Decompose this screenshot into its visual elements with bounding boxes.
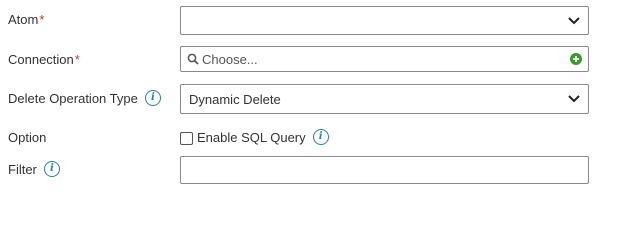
required-marker: * bbox=[74, 52, 80, 67]
filter-label-text: Filter bbox=[8, 161, 37, 177]
delete-operation-type-value: Dynamic Delete bbox=[189, 91, 281, 107]
info-icon[interactable]: i bbox=[144, 90, 161, 106]
delete-operation-type-label-text: Delete Operation Type bbox=[8, 90, 138, 106]
filter-label: Filter i bbox=[8, 161, 60, 177]
delete-operation-type-select[interactable]: Dynamic Delete bbox=[180, 84, 589, 114]
connection-label: Connection * bbox=[8, 52, 80, 67]
required-marker: * bbox=[39, 12, 45, 27]
chevron-down-icon bbox=[568, 95, 580, 103]
info-icon[interactable]: i bbox=[312, 129, 329, 145]
connection-label-text: Connection bbox=[8, 52, 74, 67]
chevron-down-icon bbox=[568, 16, 580, 24]
connection-chooser[interactable]: Choose... bbox=[180, 46, 589, 72]
atom-label: Atom * bbox=[8, 12, 44, 27]
delete-operation-type-label: Delete Operation Type i bbox=[8, 90, 161, 106]
enable-sql-query-label-text: Enable SQL Query bbox=[197, 129, 306, 145]
enable-sql-query-checkbox[interactable] bbox=[180, 132, 193, 145]
option-label-text: Option bbox=[8, 130, 47, 145]
atom-label-text: Atom bbox=[8, 12, 39, 27]
info-icon[interactable]: i bbox=[43, 161, 60, 177]
connection-placeholder: Choose... bbox=[202, 51, 258, 67]
search-icon bbox=[187, 53, 199, 65]
filter-input[interactable] bbox=[180, 156, 589, 184]
atom-select[interactable] bbox=[180, 6, 589, 35]
option-label: Option bbox=[8, 130, 46, 145]
enable-sql-query-label[interactable]: Enable SQL Query i bbox=[197, 129, 329, 145]
add-circle-icon[interactable] bbox=[570, 53, 582, 65]
